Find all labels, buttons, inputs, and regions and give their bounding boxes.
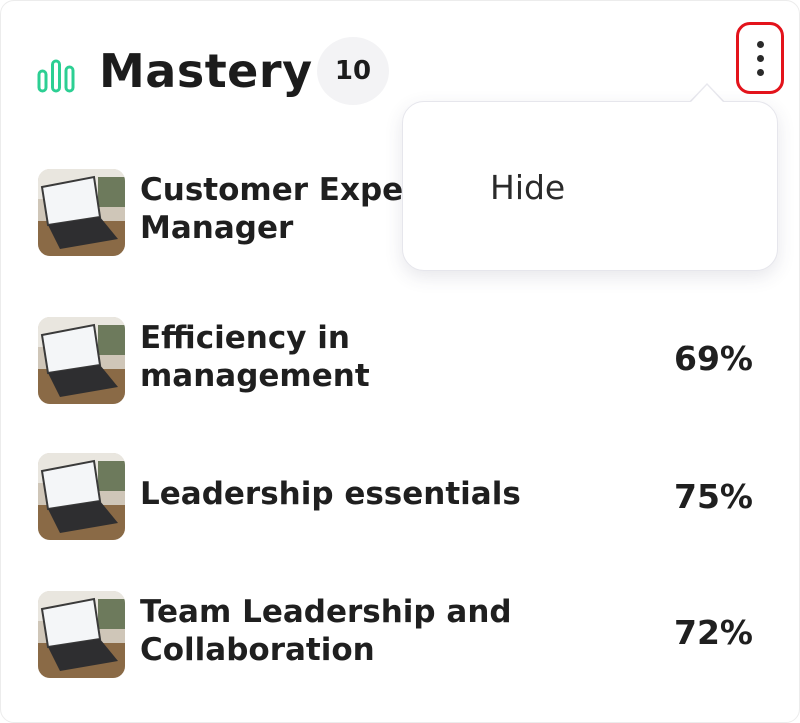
course-row[interactable]: Team Leadership and Collaboration 72%: [1, 585, 799, 685]
course-title: Team Leadership and Collaboration: [140, 594, 512, 668]
course-thumbnail: [38, 317, 125, 404]
bar-chart-icon: [37, 59, 75, 93]
dropdown-arrow-fill: [691, 85, 723, 102]
more-options-button[interactable]: [736, 22, 784, 94]
course-row[interactable]: Leadership essentials 75%: [1, 447, 799, 547]
course-thumbnail: [38, 453, 125, 540]
course-row[interactable]: Efficiency in management 69%: [1, 311, 799, 411]
course-percent: 75%: [674, 477, 753, 516]
kebab-dot: [757, 69, 764, 76]
course-thumbnail: [38, 169, 125, 256]
menu-item-hide[interactable]: Hide: [403, 158, 777, 218]
course-percent: 72%: [674, 613, 753, 652]
kebab-dot: [757, 55, 764, 62]
options-dropdown: Hide: [402, 101, 778, 271]
course-title: Leadership essentials: [140, 476, 521, 512]
mastery-card: Mastery 10 Customer Experience Manager: [0, 0, 800, 723]
card-title: Mastery: [99, 44, 313, 98]
menu-item-label: Hide: [490, 168, 566, 207]
course-title: Efficiency in management: [140, 320, 370, 394]
count-badge: 10: [317, 37, 389, 105]
course-thumbnail: [38, 591, 125, 678]
course-percent: 69%: [674, 339, 753, 378]
kebab-menu-icon: [757, 41, 764, 48]
